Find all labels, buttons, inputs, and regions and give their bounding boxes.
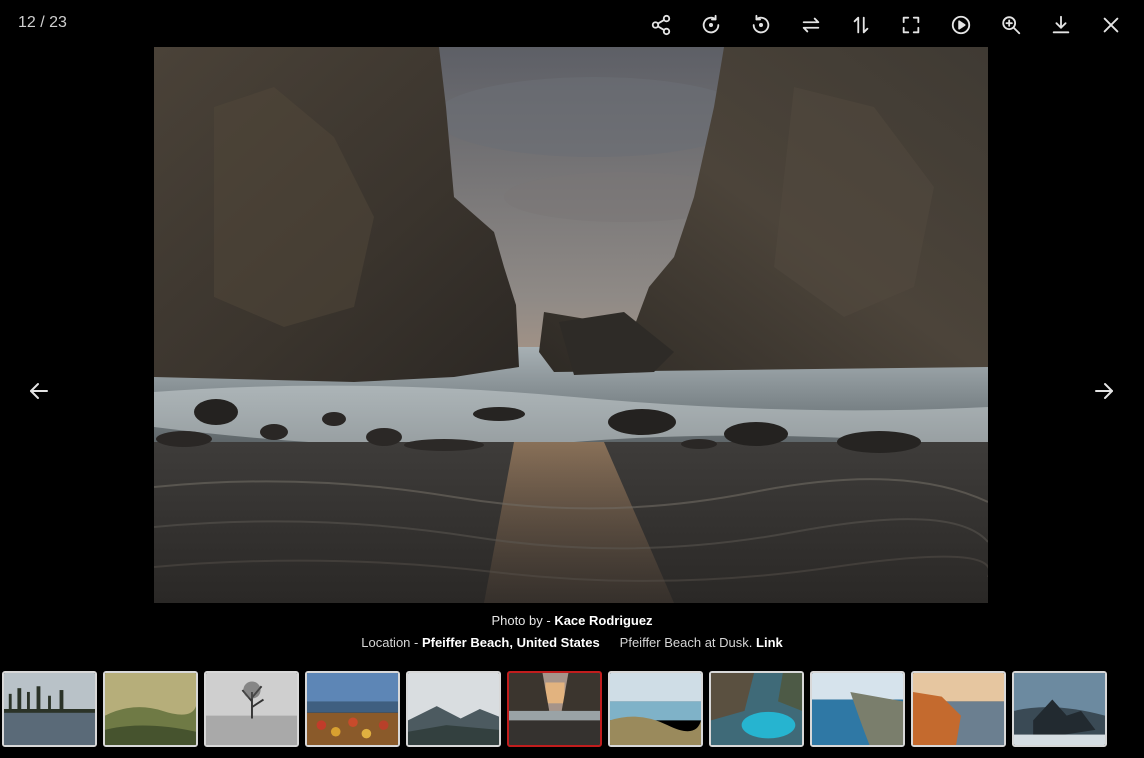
thumbnail-11[interactable] — [1012, 671, 1107, 747]
thumbnail-10[interactable] — [911, 671, 1006, 747]
flip-vertical-icon — [853, 16, 869, 34]
thumbnail-2[interactable] — [103, 671, 198, 747]
flip-vertical-button[interactable] — [836, 10, 886, 40]
fullscreen-icon — [902, 16, 920, 34]
photo-by-prefix: Photo by - — [491, 613, 555, 628]
slideshow-play-button[interactable] — [936, 10, 986, 40]
download-icon — [1052, 15, 1070, 34]
photo-credit: Photo by - Kace Rodriguez — [0, 613, 1144, 628]
photo-location: Location - Pfeiffer Beach, United States… — [0, 635, 1144, 650]
thumbnail-3[interactable] — [204, 671, 299, 747]
rotate-left-icon — [752, 14, 770, 34]
share-button[interactable] — [636, 10, 686, 40]
thumbnail-8[interactable] — [709, 671, 804, 747]
flip-horizontal-icon — [802, 17, 820, 33]
location-name: Pfeiffer Beach, United States — [421, 635, 600, 650]
close-icon — [1103, 17, 1119, 33]
toolbar — [636, 10, 1136, 40]
rotate-left-button[interactable] — [736, 10, 786, 40]
play-icon — [951, 15, 971, 35]
thumbnail-4[interactable] — [305, 671, 400, 747]
thumbnail-9[interactable] — [810, 671, 905, 747]
share-icon — [651, 14, 671, 36]
thumbnail-5[interactable] — [406, 671, 501, 747]
flip-horizontal-button[interactable] — [786, 10, 836, 40]
fullscreen-button[interactable] — [886, 10, 936, 40]
thumbnail-6[interactable] — [507, 671, 602, 747]
rotate-right-icon — [702, 14, 720, 34]
photographer-name: Kace Rodriguez — [554, 613, 653, 628]
photo-description: Pfeiffer Beach at Dusk. — [619, 635, 757, 650]
thumbnail-strip — [2, 671, 1107, 747]
arrow-left-icon — [30, 383, 48, 399]
image-counter: 12 / 23 — [18, 14, 67, 31]
photo-source-link[interactable]: Link — [756, 635, 783, 650]
zoom-in-icon — [1002, 16, 1021, 35]
close-button[interactable] — [1086, 10, 1136, 40]
arrow-right-icon — [1095, 383, 1113, 399]
next-image-button[interactable] — [1089, 376, 1119, 406]
rotate-right-button[interactable] — [686, 10, 736, 40]
thumbnail-1[interactable] — [2, 671, 97, 747]
location-prefix: Location - — [361, 635, 422, 650]
download-button[interactable] — [1036, 10, 1086, 40]
previous-image-button[interactable] — [24, 376, 54, 406]
main-photo[interactable] — [154, 47, 988, 603]
thumbnail-7[interactable] — [608, 671, 703, 747]
zoom-in-button[interactable] — [986, 10, 1036, 40]
